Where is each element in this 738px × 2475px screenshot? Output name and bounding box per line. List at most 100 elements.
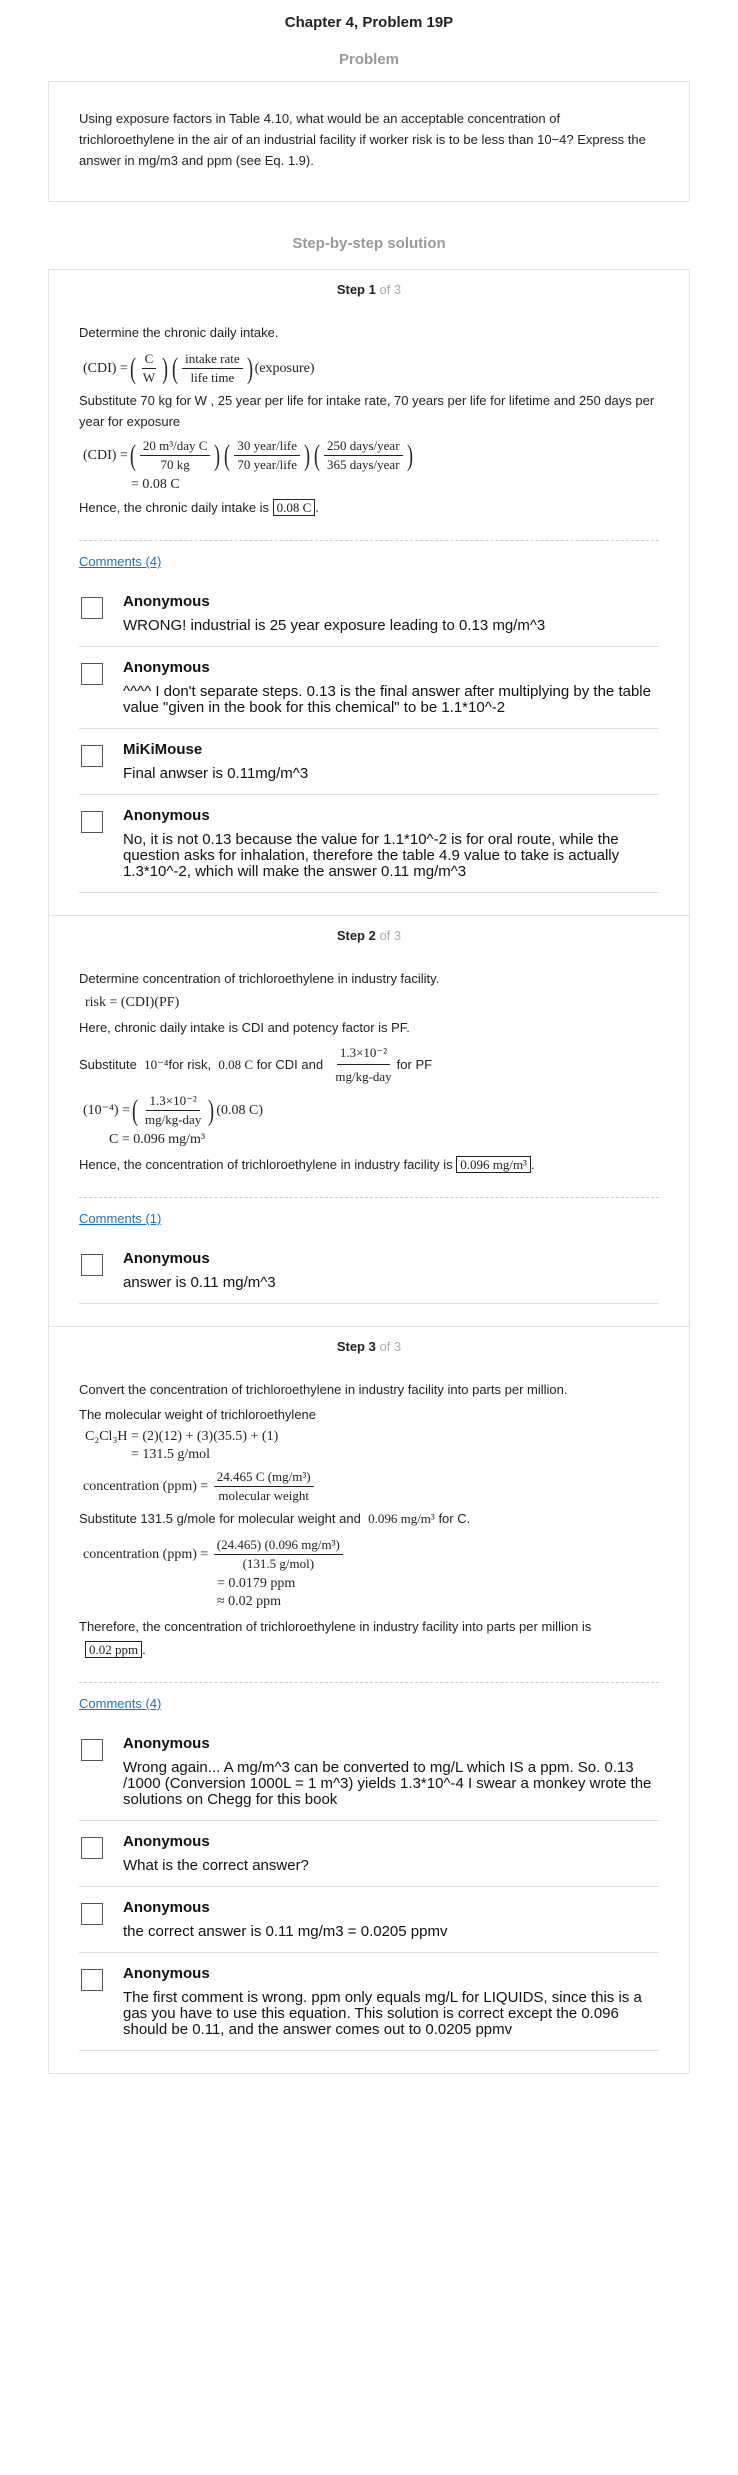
result-text: Therefore, the concentration of trichlor… xyxy=(79,1619,592,1634)
comment-checkbox[interactable] xyxy=(81,663,103,685)
fraction: 1.3×10⁻² mg/kg-day xyxy=(142,1093,204,1128)
comment-checkbox[interactable] xyxy=(81,745,103,767)
step-substitute: Substitute 10⁻⁴ for risk, 0.08 C for CDI… xyxy=(79,1042,659,1087)
comment-checkbox[interactable] xyxy=(81,1969,103,1991)
step-count: of 3 xyxy=(379,1339,402,1354)
step-intro: Determine the chronic daily intake. xyxy=(79,325,279,340)
frac-den: W xyxy=(142,370,156,385)
step-title: Step 1 of 3 xyxy=(79,282,659,298)
solution-page: Chapter 4, Problem 19P Problem Using exp… xyxy=(0,0,738,2074)
frac-num: 24.465 C (mg/m³) xyxy=(213,1469,314,1487)
sub-text: for C. xyxy=(438,1511,471,1526)
result-value-box: 0.08 C xyxy=(272,499,316,516)
equation-cdi-substituted: (CDI) = ( 20 m³/day C 70 kg )( 30 year/li… xyxy=(83,438,413,473)
result-value-box: 0.096 mg/m³ xyxy=(456,1156,531,1173)
frac-den: (131.5 g/mol) xyxy=(242,1556,315,1571)
comment-author: Anonymous xyxy=(123,807,210,824)
fraction: 250 days/year 365 days/year xyxy=(323,438,403,473)
sub-math: 10⁻⁴ xyxy=(144,1057,169,1072)
equation-mw: C₂Cl₃H = (2)(12) + (3)(35.5) + (1) xyxy=(85,1429,279,1444)
step-intro: Convert the concentration of trichloroet… xyxy=(79,1382,568,1397)
result-text: Hence, the chronic daily intake is xyxy=(79,500,270,515)
divider xyxy=(79,540,659,541)
step-result: Hence, the concentration of trichloroeth… xyxy=(79,1156,535,1173)
frac-num: 30 year/life xyxy=(234,438,300,456)
sub-text: Substitute 131.5 g/mole for molecular we… xyxy=(79,1511,361,1526)
fraction: 30 year/life 70 year/life xyxy=(234,438,300,473)
divider xyxy=(79,1682,659,1683)
comment-author: Anonymous xyxy=(123,593,210,610)
comment-checkbox[interactable] xyxy=(81,811,103,833)
step-2: Step 2 of 3 Determine concentration of t… xyxy=(49,916,689,1327)
fraction: (24.465) (0.096 mg/m³) (131.5 g/mol) xyxy=(213,1537,343,1572)
comment-author: Anonymous xyxy=(123,1735,210,1752)
comment: Anonymous the correct answer is 0.11 mg/m… xyxy=(79,1887,659,1953)
sub-math: 0.08 C xyxy=(218,1057,253,1072)
comment: Anonymous ^^^^ I don't separate steps. 0.… xyxy=(79,647,659,729)
step-result-value: 0.02 ppm. xyxy=(85,1639,659,1660)
comment-text: the correct answer is 0.11 mg/m3 = 0.020… xyxy=(123,1923,448,1940)
frac-den: 365 days/year xyxy=(326,457,400,472)
eq-result: = 131.5 g/mol xyxy=(131,1447,211,1462)
comments-link[interactable]: Comments (1) xyxy=(79,1211,161,1226)
frac-num: 1.3×10⁻² xyxy=(146,1093,200,1111)
sub-text: for risk, xyxy=(168,1057,212,1072)
comment-text: Wrong again... A mg/m^3 can be converted… xyxy=(123,1759,652,1808)
frac-num: intake rate xyxy=(182,351,243,369)
comment: MiKiMouse Final anwser is 0.11mg/m^3 xyxy=(79,729,659,795)
fraction: 20 m³/day C 70 kg xyxy=(139,438,211,473)
sub-math: 0.096 mg/m³ xyxy=(368,1511,435,1526)
step-3: Step 3 of 3 Convert the concentration of… xyxy=(49,1327,689,2074)
frac-num: 250 days/year xyxy=(323,438,403,456)
frac-den: life time xyxy=(190,370,235,385)
frac-num: (24.465) (0.096 mg/m³) xyxy=(213,1537,343,1555)
comment-checkbox[interactable] xyxy=(81,1837,103,1859)
comment-text: No, it is not 0.13 because the value for… xyxy=(123,831,620,880)
step-label: Step 1 xyxy=(336,282,376,297)
comment-author: Anonymous xyxy=(123,1833,210,1850)
solution-card: Step 1 of 3 Determine the chronic daily … xyxy=(48,269,690,2074)
comment-checkbox[interactable] xyxy=(81,1903,103,1925)
eq-result: ≈ 0.02 ppm xyxy=(217,1594,282,1609)
comments-link[interactable]: Comments (4) xyxy=(79,554,161,569)
comment-author: MiKiMouse xyxy=(123,741,203,758)
comment-checkbox[interactable] xyxy=(81,1739,103,1761)
comments-link[interactable]: Comments (4) xyxy=(79,1696,161,1711)
step-title: Step 2 of 3 xyxy=(79,928,659,944)
frac-den: 70 kg xyxy=(160,457,190,472)
comment-author: Anonymous xyxy=(123,1250,210,1267)
step-count: of 3 xyxy=(379,928,402,943)
comment-checkbox[interactable] xyxy=(81,597,103,619)
problem-text: Using exposure factors in Table 4.10, wh… xyxy=(79,111,646,168)
step-here: Here, chronic daily intake is CDI and po… xyxy=(79,1020,410,1035)
comment-text: ^^^^ I don't separate steps. 0.13 is the… xyxy=(123,683,651,716)
solution-heading: Step-by-step solution xyxy=(292,235,446,252)
comment: Anonymous answer is 0.11 mg/m^3 xyxy=(79,1238,659,1304)
step-result: Therefore, the concentration of trichlor… xyxy=(79,1616,659,1637)
frac-den: mg/kg-day xyxy=(145,1112,202,1127)
comment-text: The first comment is wrong. ppm only equ… xyxy=(123,1989,642,2038)
eq-tail: (exposure) xyxy=(254,360,315,376)
comment-text: WRONG! industrial is 25 year exposure le… xyxy=(123,617,546,634)
comment: Anonymous The first comment is wrong. ppm… xyxy=(79,1953,659,2051)
step-result: Hence, the chronic daily intake is 0.08 … xyxy=(79,499,319,516)
comment-checkbox[interactable] xyxy=(81,1254,103,1276)
eq-lhs: (10⁻⁴) = xyxy=(83,1103,130,1118)
fraction: CW xyxy=(140,351,158,386)
eq-result: C = 0.096 mg/m³ xyxy=(109,1132,206,1147)
frac-den: 70 year/life xyxy=(237,457,297,472)
sub-text: for CDI and xyxy=(256,1057,324,1072)
equation-risk: risk = (CDI)(PF) xyxy=(85,995,180,1010)
eq-result: = 0.0179 ppm xyxy=(217,1576,296,1591)
mw-text: The molecular weight of trichloroethylen… xyxy=(79,1407,317,1422)
step-title: Step 3 of 3 xyxy=(79,1339,659,1355)
comment-author: Anonymous xyxy=(123,1899,210,1916)
fraction: intake rate life time xyxy=(182,351,243,386)
comment-author: Anonymous xyxy=(123,1965,210,1982)
eq-lhs: concentration (ppm) = xyxy=(83,1478,209,1494)
comment-author: Anonymous xyxy=(123,659,210,676)
equation-risk-substituted: (10⁻⁴) = ( 1.3×10⁻² mg/kg-day ) (0.08 C) xyxy=(83,1093,263,1128)
page-title: Chapter 4, Problem 19P xyxy=(284,14,454,31)
equation-conc: concentration (ppm) = 24.465 C (mg/m³) mo… xyxy=(83,1469,659,1504)
step-substitute: Substitute 70 kg for W , 25 year per lif… xyxy=(79,393,655,429)
